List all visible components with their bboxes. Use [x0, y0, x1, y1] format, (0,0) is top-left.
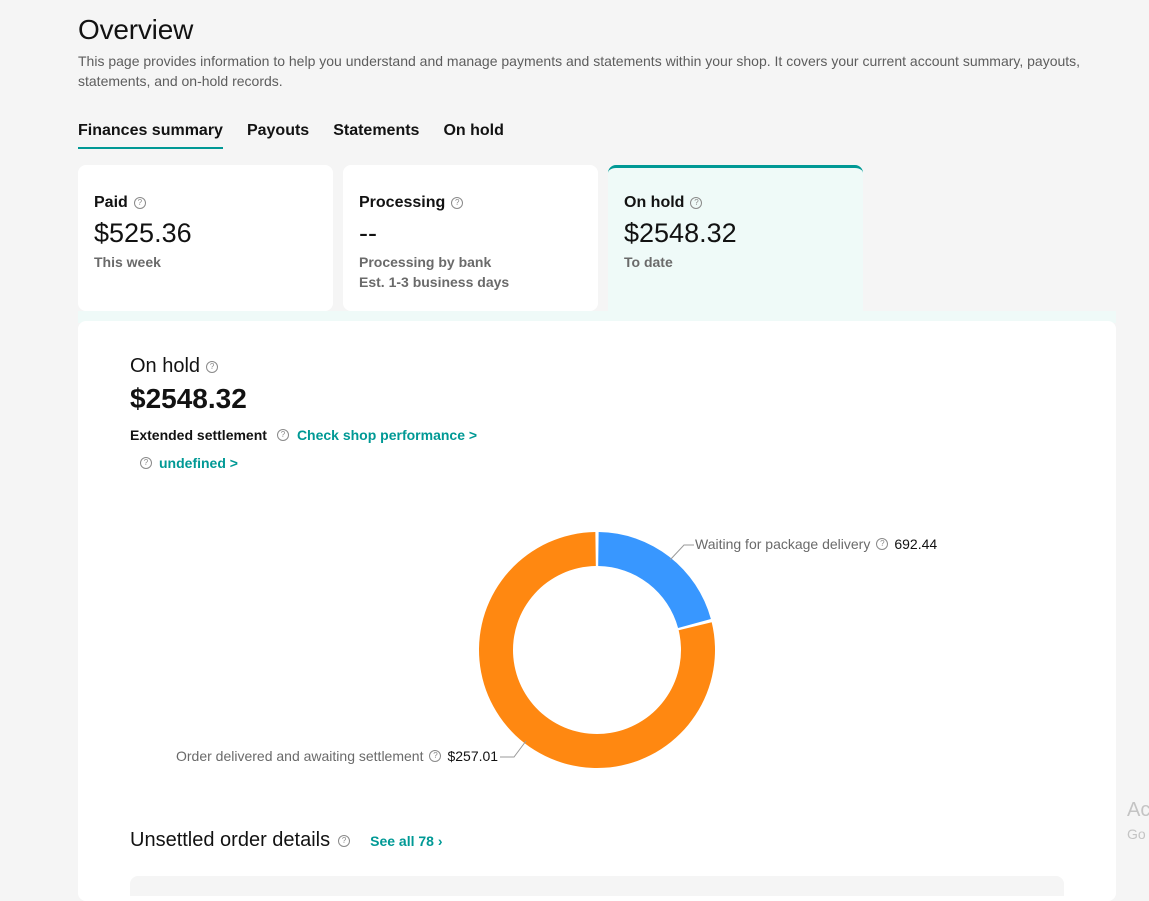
processing-card-label: Processing — [359, 194, 446, 211]
help-icon[interactable]: ? — [690, 197, 703, 209]
on-hold-heading-label: On hold — [130, 355, 201, 377]
undefined-row: ? undefined > — [140, 455, 238, 471]
processing-card-sub: Processing by bank — [359, 254, 492, 270]
legend-waiting-label: Waiting for package delivery — [695, 536, 871, 552]
leader-line-waiting — [669, 544, 694, 561]
legend-delivered: Order delivered and awaiting settlement … — [176, 748, 498, 764]
help-icon[interactable]: ? — [338, 834, 351, 847]
chevron-right-icon: › — [437, 832, 443, 849]
help-icon[interactable]: ? — [206, 360, 219, 373]
help-icon[interactable]: ? — [276, 429, 289, 441]
see-all-link[interactable]: See all 78 › — [370, 833, 442, 849]
tab-payouts[interactable]: Payouts — [247, 122, 309, 149]
legend-waiting: Waiting for package delivery ? 692.44 — [695, 536, 937, 552]
help-icon[interactable]: ? — [429, 750, 442, 762]
paid-card-header: Paid ? — [94, 194, 317, 212]
leader-line-delivered — [500, 740, 527, 758]
page-description: This page provides information to help y… — [78, 53, 1081, 89]
processing-card[interactable]: Processing ? -- Processing by bank Est. … — [343, 165, 598, 311]
processing-card-header: Processing ? — [359, 194, 582, 212]
extended-settlement-row: Extended settlement ? Check shop perform… — [130, 427, 477, 443]
paid-card[interactable]: Paid ? $525.36 This week — [78, 165, 333, 311]
page-title: Overview — [78, 14, 194, 45]
tab-on-hold[interactable]: On hold — [443, 122, 503, 149]
unsettled-orders-header: Unsettled order details ? See all 78 › — [130, 829, 443, 852]
on-hold-card-value: $2548.32 — [624, 218, 737, 248]
tab-statements[interactable]: Statements — [333, 122, 419, 149]
on-hold-card-header: On hold ? — [624, 194, 847, 212]
on-hold-card[interactable]: On hold ? $2548.32 To date — [608, 165, 863, 315]
help-icon[interactable]: ? — [140, 457, 152, 469]
activation-watermark-sub: Go — [1127, 826, 1146, 842]
on-hold-card-label: On hold — [624, 194, 685, 211]
see-all-label: See all 78 — [370, 832, 434, 849]
on-hold-card-sub: To date — [624, 254, 673, 270]
paid-card-label: Paid — [94, 194, 128, 211]
check-shop-performance-link[interactable]: Check shop performance > — [297, 427, 477, 443]
help-icon[interactable]: ? — [876, 538, 889, 550]
legend-delivered-label: Order delivered and awaiting settlement — [176, 748, 424, 764]
processing-card-value: -- — [359, 218, 377, 248]
processing-card-sub2: Est. 1-3 business days — [359, 274, 510, 290]
on-hold-total: $2548.32 — [130, 383, 247, 414]
unsettled-orders-table — [130, 876, 1064, 896]
unsettled-orders-title: Unsettled order details — [130, 829, 331, 851]
extended-settlement-label: Extended settlement — [130, 427, 267, 443]
activation-watermark: Ac — [1127, 799, 1149, 821]
paid-card-sub: This week — [94, 254, 161, 270]
legend-waiting-value: 692.44 — [894, 536, 938, 552]
help-icon[interactable]: ? — [451, 197, 464, 209]
tab-finances-summary[interactable]: Finances summary — [78, 122, 223, 149]
legend-delivered-value: $257.01 — [447, 748, 499, 764]
on-hold-heading: On hold ? — [130, 355, 219, 378]
paid-card-value: $525.36 — [94, 218, 192, 248]
tab-bar: Finances summary Payouts Statements On h… — [78, 122, 504, 149]
undefined-link[interactable]: undefined > — [159, 455, 238, 471]
help-icon[interactable]: ? — [133, 197, 146, 209]
